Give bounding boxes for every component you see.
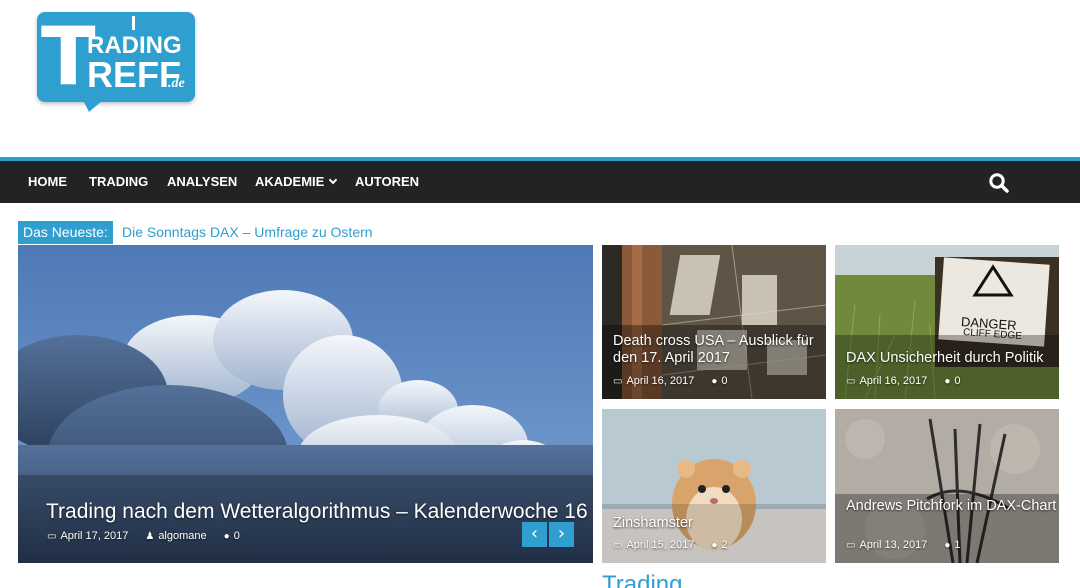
card-date[interactable]: April 16, 2017	[626, 375, 694, 387]
comment-icon: ●	[944, 375, 951, 387]
comment-icon: ●	[944, 539, 951, 551]
card-title[interactable]: DAX Unsicherheit durch Politik	[846, 350, 1058, 367]
card-comments[interactable]: 0	[954, 375, 960, 387]
hero-author[interactable]: algomane	[158, 530, 206, 542]
hero-date[interactable]: April 17, 2017	[60, 530, 128, 542]
slider-next-button[interactable]: ›	[549, 522, 574, 547]
main-navigation: HOME TRADING ANALYSEN AKADEMIE AUTOREN	[0, 157, 1080, 203]
slider-prev-button[interactable]: ‹	[522, 522, 547, 547]
calendar-icon: ▭	[846, 375, 856, 387]
comment-icon: ●	[711, 539, 718, 551]
nav-item-akademie[interactable]: AKADEMIE	[255, 161, 338, 203]
nav-item-autoren[interactable]: AUTOREN	[355, 161, 419, 203]
search-icon	[989, 173, 1009, 193]
card-title[interactable]: Andrews Pitchfork im DAX-Chart	[846, 498, 1058, 515]
calendar-icon: ▭	[613, 375, 623, 387]
card-date[interactable]: April 15, 2017	[626, 539, 694, 551]
card-title[interactable]: Zinshamster	[613, 515, 825, 532]
site-logo[interactable]: T RADING REFF .de	[37, 12, 195, 114]
card-meta: ▭ April 13, 2017 ● 1	[846, 539, 961, 551]
card-comments[interactable]: 2	[721, 539, 727, 551]
search-button[interactable]	[988, 172, 1010, 194]
user-icon: ♟	[145, 530, 155, 542]
nav-item-akademie-label: AKADEMIE	[255, 174, 325, 189]
calendar-icon: ▭	[47, 530, 57, 542]
featured-post[interactable]: Trading nach dem Wetteralgorithmus – Kal…	[18, 245, 593, 563]
card-title[interactable]: Death cross USA – Ausblick für den 17. A…	[613, 333, 825, 367]
card-comments[interactable]: 1	[954, 539, 960, 551]
post-card-pitchfork[interactable]: Andrews Pitchfork im DAX-Chart ▭ April 1…	[835, 409, 1059, 563]
card-date[interactable]: April 13, 2017	[859, 539, 927, 551]
hero-meta: ▭ April 17, 2017 ♟ algomane ● 0	[47, 530, 240, 542]
nav-item-home[interactable]: HOME	[28, 161, 67, 203]
nav-item-analysen[interactable]: ANALYSEN	[167, 161, 237, 203]
ticker-label: Das Neueste:	[18, 221, 113, 244]
calendar-icon: ▭	[846, 539, 856, 551]
ticker-link[interactable]: Die Sonntags DAX – Umfrage zu Ostern	[122, 221, 373, 244]
card-meta: ▭ April 15, 2017 ● 2	[613, 539, 728, 551]
calendar-icon: ▭	[613, 539, 623, 551]
card-meta: ▭ April 16, 2017 ● 0	[846, 375, 961, 387]
card-date[interactable]: April 16, 2017	[859, 375, 927, 387]
comment-icon: ●	[223, 530, 230, 542]
comment-icon: ●	[711, 375, 718, 387]
chevron-down-icon	[329, 175, 338, 185]
hero-comments[interactable]: 0	[234, 530, 240, 542]
card-meta: ▭ April 16, 2017 ● 0	[613, 375, 728, 387]
logo-tower-icon	[132, 16, 135, 30]
section-heading-trading[interactable]: Trading	[602, 570, 682, 588]
post-card-death-cross[interactable]: Death cross USA – Ausblick für den 17. A…	[602, 245, 826, 399]
card-comments[interactable]: 0	[721, 375, 727, 387]
post-card-dax-politik[interactable]: DANGER CLIFF EDGE DAX Unsicherheit durch…	[835, 245, 1059, 399]
logo-tld: .de	[168, 76, 185, 91]
nav-item-trading[interactable]: TRADING	[89, 161, 148, 203]
logo-line-2: REFF	[87, 54, 181, 95]
hero-title[interactable]: Trading nach dem Wetteralgorithmus – Kal…	[46, 500, 588, 524]
post-card-zinshamster[interactable]: Zinshamster ▭ April 15, 2017 ● 2	[602, 409, 826, 563]
